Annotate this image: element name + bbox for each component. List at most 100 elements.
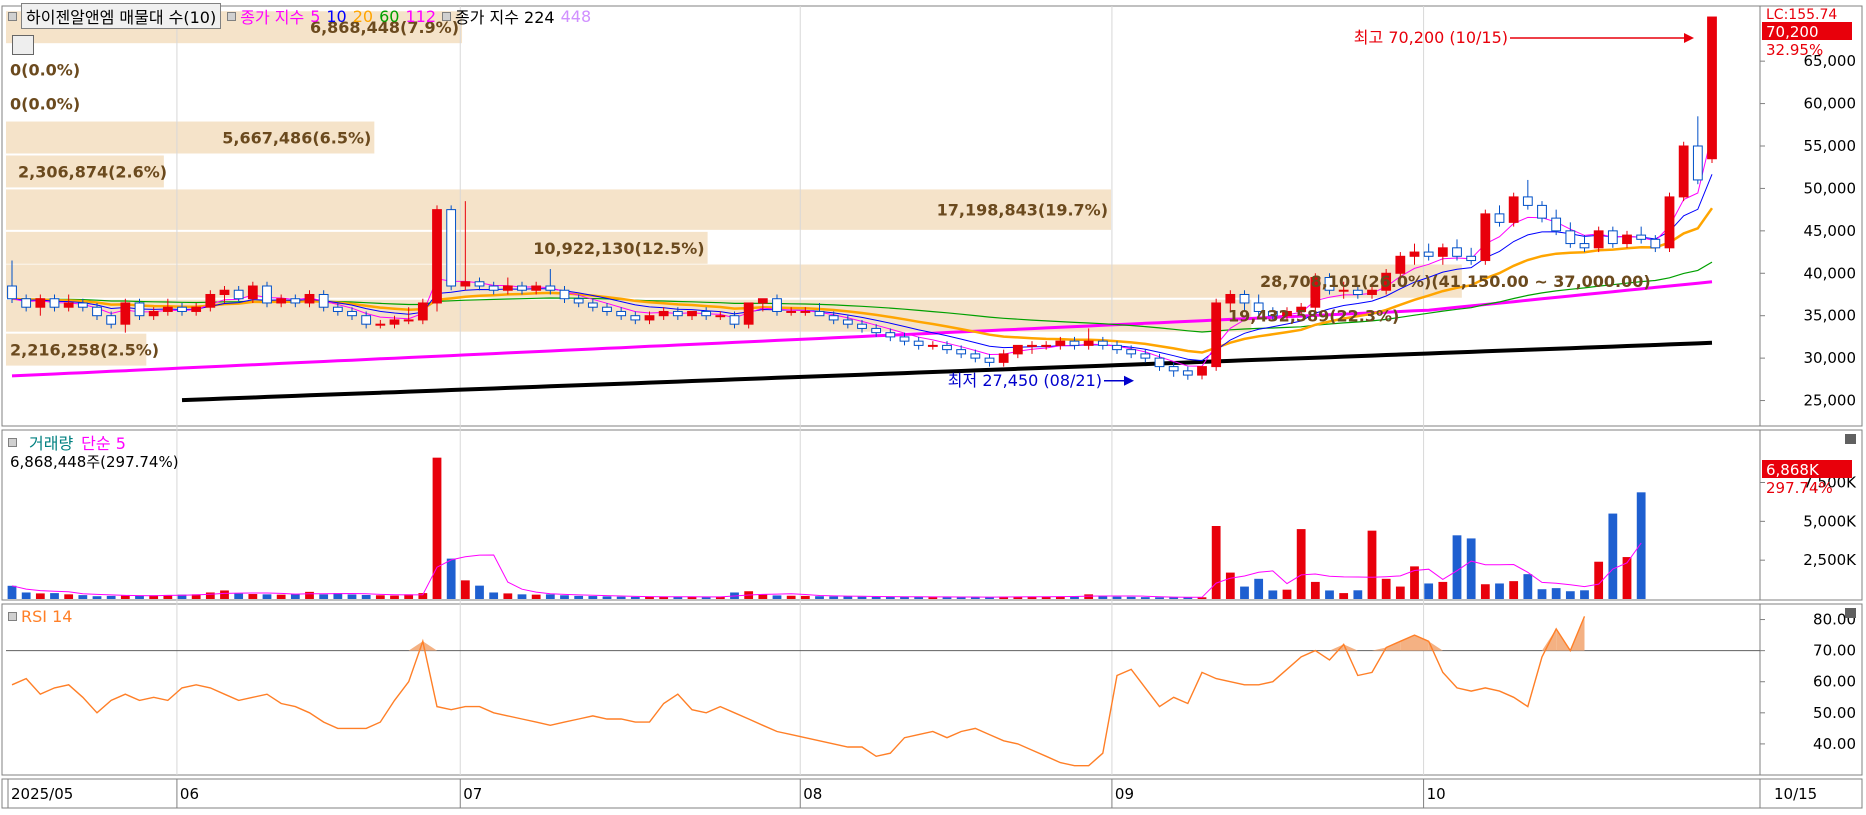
candle-body bbox=[1537, 204, 1547, 219]
candle-body bbox=[77, 302, 88, 308]
candle-body bbox=[233, 289, 244, 300]
candle-body bbox=[658, 310, 669, 317]
date-tick-label: 07 bbox=[463, 785, 482, 803]
candle-body bbox=[247, 285, 258, 300]
candle-body bbox=[998, 353, 1009, 363]
candle-body bbox=[517, 285, 527, 291]
volume-bar bbox=[1155, 597, 1164, 599]
candle-body bbox=[290, 298, 301, 304]
legend-toggle-icon[interactable] bbox=[8, 437, 17, 447]
volume-bar bbox=[574, 595, 584, 599]
volume-bar bbox=[503, 593, 513, 599]
legend-toggle-icon[interactable] bbox=[8, 612, 17, 621]
volume-bar bbox=[1225, 572, 1235, 599]
price-tick-label: 40,000 bbox=[1804, 264, 1857, 282]
volume-bar bbox=[78, 595, 88, 599]
ma2-extra: 448 bbox=[560, 6, 592, 26]
ma-period-20: 20 bbox=[352, 6, 374, 26]
candle-body bbox=[49, 298, 60, 308]
volume-bar bbox=[1339, 593, 1349, 599]
volume-bar bbox=[120, 595, 130, 599]
price-tick-label: 60,000 bbox=[1804, 95, 1857, 113]
legend-toggle-icon[interactable] bbox=[8, 11, 17, 21]
volume-bar bbox=[1211, 526, 1221, 599]
volume-current-value: 6,868,448주(297.74%) bbox=[10, 453, 179, 471]
volume-bar bbox=[1509, 581, 1519, 599]
volume-current-box-value: 6,868K bbox=[1766, 461, 1820, 479]
date-tick-label: 08 bbox=[803, 785, 822, 803]
volume-bar bbox=[616, 596, 626, 599]
volume-bar bbox=[1466, 538, 1476, 599]
candle-body bbox=[687, 310, 697, 317]
volume-bar bbox=[262, 594, 272, 599]
date-tick-label: 2025/05 bbox=[11, 785, 73, 803]
candle-body bbox=[148, 310, 159, 317]
volume-bar bbox=[645, 596, 654, 599]
candle-body bbox=[446, 209, 457, 287]
volume-bar bbox=[900, 596, 909, 599]
date-tick-label: 09 bbox=[1115, 785, 1134, 803]
volume-bar bbox=[772, 595, 782, 599]
legend-toggle-icon[interactable] bbox=[442, 11, 451, 21]
indicator-name[interactable]: 하이젠알앤엠 매물대 수(10) bbox=[21, 3, 222, 29]
volume-bar bbox=[1622, 557, 1632, 599]
candle-body bbox=[1168, 366, 1179, 372]
candle-body bbox=[1154, 357, 1165, 368]
volume-bar bbox=[290, 593, 300, 599]
volume-bar bbox=[432, 457, 442, 599]
candle-body bbox=[347, 310, 357, 317]
candle-body bbox=[715, 315, 726, 318]
volume-bar bbox=[390, 595, 399, 599]
volume-bar bbox=[276, 594, 286, 599]
candle-body bbox=[375, 323, 386, 326]
ma-period-5: 5 bbox=[310, 6, 321, 26]
candle-body bbox=[772, 298, 782, 312]
volume-bar bbox=[1126, 596, 1136, 599]
volume-bar bbox=[1353, 590, 1363, 599]
legend-toggle-icon[interactable] bbox=[227, 11, 237, 21]
calendar-icon[interactable] bbox=[12, 35, 34, 55]
candle-body bbox=[1494, 213, 1505, 223]
volume-bar bbox=[517, 594, 527, 599]
volume-bar bbox=[630, 596, 640, 599]
volume-bar bbox=[92, 596, 102, 599]
volume-tick-label: 5,000K bbox=[1803, 512, 1857, 530]
panel-close-icon bbox=[1845, 608, 1856, 618]
candle-body bbox=[219, 289, 230, 295]
candle-body bbox=[885, 332, 896, 338]
volume-bar bbox=[248, 594, 258, 599]
candle-body bbox=[318, 293, 329, 308]
candle-body bbox=[786, 310, 797, 313]
price-tick-label: 25,000 bbox=[1804, 392, 1857, 410]
candle-body bbox=[361, 315, 372, 325]
volume-bar bbox=[460, 580, 470, 599]
volume-current-pct: 297.74% bbox=[1766, 479, 1833, 497]
candle-body bbox=[927, 344, 938, 347]
candle-body bbox=[984, 357, 995, 363]
volume-bar bbox=[305, 591, 314, 599]
volume-bar bbox=[446, 558, 456, 599]
candle-body bbox=[1140, 353, 1151, 359]
candle-body bbox=[276, 298, 287, 304]
current-price-value: 70,200 bbox=[1766, 23, 1819, 41]
candle-body bbox=[191, 306, 202, 312]
volume-bar bbox=[1608, 513, 1618, 599]
candle-body bbox=[1423, 251, 1434, 257]
candle-body bbox=[559, 289, 570, 300]
volume-profile-range-label: 28,708,101(26.0%)(41,150.00 ~ 37,000.00) bbox=[1260, 272, 1651, 291]
chart-canvas[interactable]: 65,00060,00055,00050,00045,00040,00035,0… bbox=[0, 0, 1866, 815]
volume-profile-label: 0(0.0%) bbox=[10, 61, 80, 80]
candle-body bbox=[743, 302, 754, 325]
volume-profile-label: 0(0.0%) bbox=[10, 95, 80, 114]
candle-body bbox=[1636, 234, 1647, 240]
candle-body bbox=[1622, 234, 1632, 245]
volume-bar bbox=[347, 594, 357, 599]
price-tick-label: 35,000 bbox=[1804, 307, 1857, 325]
candle-body bbox=[857, 323, 867, 329]
candle-body bbox=[389, 319, 400, 325]
candle-body bbox=[1452, 247, 1462, 257]
candle-body bbox=[432, 209, 442, 304]
rsi-tick-label: 70.00 bbox=[1813, 642, 1856, 660]
volume-bar bbox=[786, 595, 796, 599]
high-price-label: 최고 70,200 (10/15) bbox=[1354, 28, 1508, 47]
